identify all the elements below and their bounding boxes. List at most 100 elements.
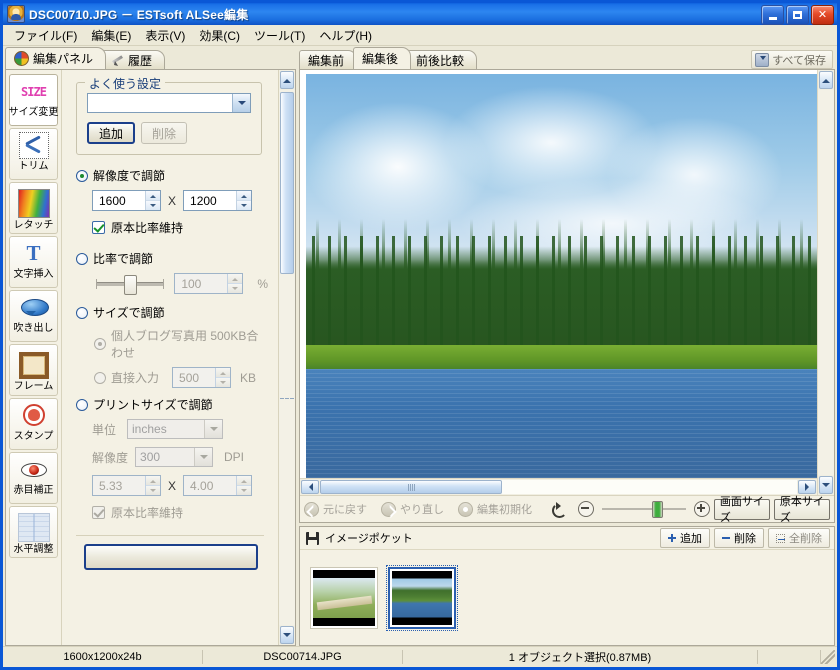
image-pocket-title: イメージポケット (325, 533, 413, 545)
printsize-width-spinner: 5.33 (92, 475, 161, 496)
menu-file[interactable]: ファイル(F) (7, 25, 84, 46)
resolution-radio-label: 解像度で調節 (93, 169, 166, 183)
filesize-direct-label: 直接入力 (111, 371, 160, 385)
tool-stamp[interactable]: スタンプ (9, 398, 58, 450)
close-button[interactable]: ✕ (811, 5, 834, 25)
zoom-in-icon[interactable] (693, 501, 710, 517)
printsize-keep-ratio-row: 原本比率維持 (92, 504, 268, 521)
filesize-direct-radio (94, 371, 106, 384)
settings-divider (76, 535, 264, 536)
zoom-slider[interactable] (602, 501, 686, 518)
redo-button: やり直し (381, 501, 444, 517)
printsize-dpi-label: 解像度 (92, 450, 129, 465)
reset-label: 編集初期化 (477, 504, 532, 516)
canvas-vscroll-track[interactable] (818, 90, 834, 475)
maximize-button[interactable] (786, 5, 809, 25)
scroll-track[interactable] (279, 90, 295, 625)
image-pocket: イメージポケット 追加 削除 全削除 (299, 526, 835, 646)
resolution-width-spinner[interactable]: 1600 (92, 190, 161, 211)
printsize-width-value: 5.33 (99, 478, 123, 493)
printsize-dpi-unit: DPI (224, 450, 245, 464)
tool-red-eye[interactable]: 赤目補正 (9, 452, 58, 504)
canvas-scroll-left-button[interactable] (301, 480, 319, 494)
chevron-down-icon (232, 94, 250, 112)
tool-balloon[interactable]: 吹き出し (9, 290, 58, 342)
canvas-scroll-down-button[interactable] (819, 476, 833, 494)
tool-text[interactable]: T 文字挿入 (9, 236, 58, 288)
tool-resize[interactable]: SIZE サイズ変更 (9, 74, 58, 126)
application-window: DSC00710.JPG － ESTsoft ALSee編集 ✕ ファイル(F)… (0, 0, 840, 670)
scroll-thumb[interactable] (280, 92, 294, 274)
status-selection: 1 オブジェクト選択(0.87MB) (403, 650, 758, 664)
canvas-scroll-up-button[interactable] (819, 71, 833, 89)
pencil-icon (111, 54, 124, 67)
filesize-radio-row[interactable]: サイズで調節 (76, 304, 268, 321)
photo-viewport[interactable] (300, 70, 817, 478)
filesize-direct-row: 直接入力 500 KB (94, 367, 268, 388)
tool-retouch[interactable]: レタッチ (9, 182, 58, 234)
tool-frame[interactable]: フレーム (9, 344, 58, 396)
scroll-down-button[interactable] (280, 626, 294, 644)
tool-level[interactable]: 水平調整 (9, 506, 58, 558)
canvas-hscroll-thumb[interactable] (320, 480, 502, 494)
tab-edit-panel[interactable]: 編集パネル (5, 47, 107, 69)
menu-edit[interactable]: 編集(E) (84, 25, 138, 46)
zoom-out-icon[interactable] (578, 501, 594, 517)
fit-screen-button[interactable]: 画面サイズ (713, 496, 770, 522)
canvas-scroll-right-button[interactable] (798, 480, 816, 494)
resolution-height-spinner[interactable]: 1200 (183, 190, 253, 211)
menu-view[interactable]: 表示(V) (138, 25, 192, 46)
tab-compare[interactable]: 前後比較 (407, 50, 478, 69)
photo-image[interactable] (306, 74, 817, 478)
preset-add-button[interactable]: 追加 (87, 122, 136, 144)
ratio-slider[interactable] (96, 274, 165, 295)
pocket-delete-button[interactable]: 削除 (714, 528, 764, 548)
ratio-value: 100 (181, 276, 202, 291)
menu-help[interactable]: ヘルプ(H) (312, 25, 379, 46)
tab-after-edit[interactable]: 編集後 (353, 47, 412, 69)
tab-before-edit[interactable]: 編集前 (299, 50, 358, 69)
filesize-radio[interactable] (76, 306, 88, 319)
thumbnail-1[interactable] (310, 566, 378, 629)
pocket-add-button[interactable]: 追加 (660, 528, 710, 548)
tool-trim[interactable]: トリム (9, 128, 58, 180)
minimize-button[interactable] (761, 5, 784, 25)
canvas-horizontal-scrollbar[interactable] (300, 478, 817, 495)
apply-button[interactable] (84, 544, 258, 570)
printsize-unit-value: inches (132, 422, 167, 436)
printsize-radio[interactable] (76, 398, 88, 411)
thumbnail-2[interactable] (386, 564, 458, 631)
resolution-keep-ratio-checkbox[interactable] (92, 221, 105, 234)
menu-effect[interactable]: 効果(C) (192, 25, 247, 46)
printsize-x-separator: X (168, 478, 177, 493)
menu-tools[interactable]: ツール(T) (247, 25, 312, 46)
canvas-vertical-scrollbar[interactable] (817, 70, 834, 495)
resize-grip[interactable] (821, 650, 835, 664)
pocket-delete-all-button[interactable]: 全削除 (768, 528, 830, 548)
resolution-radio-row[interactable]: 解像度で調節 (76, 167, 268, 184)
resolution-radio[interactable] (76, 169, 88, 182)
image-panel: 元に戻す やり直し 編集初期化 画面サイズ 原本サイズ (299, 69, 835, 523)
resolution-keep-ratio-row[interactable]: 原本比率維持 (92, 219, 268, 236)
tab-history[interactable]: 履歴 (102, 50, 166, 69)
rotate-icon[interactable] (550, 501, 567, 518)
ratio-radio[interactable] (76, 252, 88, 265)
ratio-radio-row[interactable]: 比率で調節 (76, 250, 268, 267)
zoom-slider-thumb[interactable] (652, 501, 663, 518)
palette-icon (14, 51, 29, 66)
save-all-button[interactable]: すべて保存 (751, 50, 833, 69)
save-all-label: すべて保存 (772, 54, 826, 67)
printsize-radio-row[interactable]: プリントサイズで調節 (76, 396, 268, 413)
scroll-up-button[interactable] (280, 71, 294, 89)
canvas-hscroll-track[interactable] (320, 480, 797, 494)
ratio-radio-label: 比率で調節 (93, 252, 154, 266)
presets-group-title: よく使う設定 (85, 75, 166, 92)
resolution-width-stepper[interactable] (145, 191, 160, 210)
app-icon (7, 5, 25, 23)
filesize-direct-value: 500 (179, 370, 200, 385)
preset-combo[interactable] (87, 93, 251, 113)
settings-scrollbar[interactable] (278, 70, 295, 645)
resolution-height-stepper[interactable] (236, 191, 252, 210)
original-size-button[interactable]: 原本サイズ (773, 496, 830, 522)
ratio-slider-thumb[interactable] (124, 274, 137, 295)
